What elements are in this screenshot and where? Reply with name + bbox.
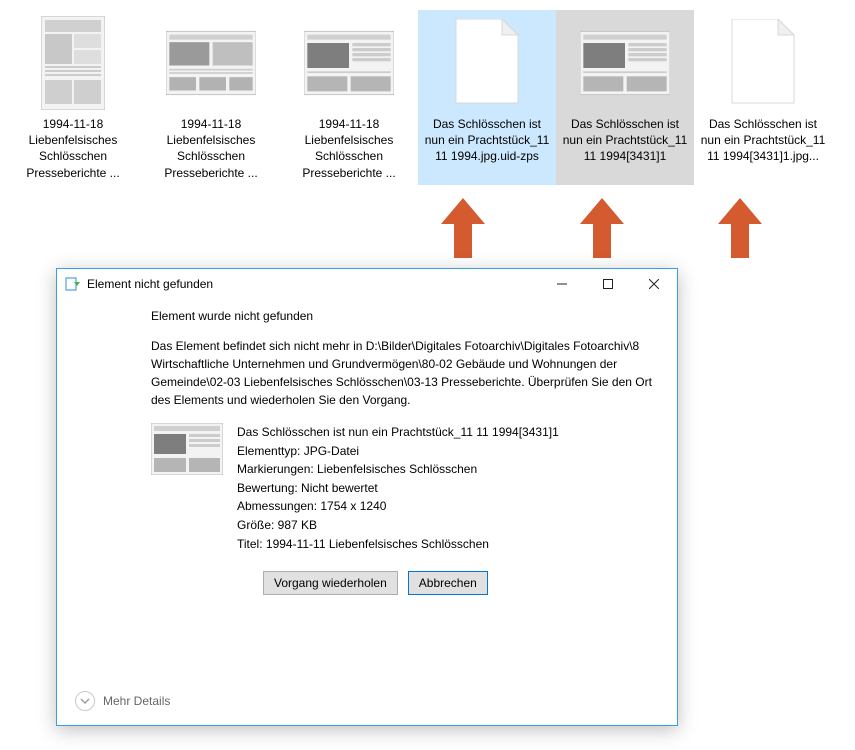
file-label: Das Schlösschen ist nun ein Prachtstück_… — [560, 116, 690, 165]
file-label: 1994-11-18 Liebenfelsisches Schlösschen … — [8, 116, 138, 181]
file-label: Das Schlösschen ist nun ein Prachtstück_… — [698, 116, 828, 165]
detail-rating: Bewertung: Nicht bewertet — [237, 479, 559, 498]
file-thumbnail — [166, 16, 256, 110]
detail-tags: Markierungen: Liebenfelsisches Schlössch… — [237, 460, 559, 479]
dialog-title-icon — [65, 276, 81, 292]
detail-size: Größe: 987 KB — [237, 516, 559, 535]
file-item[interactable]: 1994-11-18 Liebenfelsisches Schlösschen … — [280, 10, 418, 185]
retry-button[interactable]: Vorgang wiederholen — [263, 571, 398, 595]
detail-filename: Das Schlösschen ist nun ein Prachtstück_… — [237, 423, 559, 442]
file-item[interactable]: Das Schlösschen ist nun ein Prachtstück_… — [418, 10, 556, 185]
error-dialog: Element nicht gefunden Element wurde nic… — [56, 268, 678, 726]
file-item[interactable]: Das Schlösschen ist nun ein Prachtstück_… — [694, 10, 832, 185]
dialog-file-details: Das Schlösschen ist nun ein Prachtstück_… — [151, 423, 659, 553]
dialog-title: Element nicht gefunden — [87, 277, 539, 291]
file-item[interactable]: Das Schlösschen ist nun ein Prachtstück_… — [556, 10, 694, 185]
file-item[interactable]: 1994-11-18 Liebenfelsisches Schlösschen … — [142, 10, 280, 185]
detail-thumbnail — [151, 423, 223, 489]
file-label: Das Schlösschen ist nun ein Prachtstück_… — [422, 116, 552, 165]
file-label: 1994-11-18 Liebenfelsisches Schlösschen … — [146, 116, 276, 181]
detail-title: Titel: 1994-11-11 Liebenfelsisches Schlö… — [237, 535, 559, 554]
file-grid: 1994-11-18 Liebenfelsisches Schlösschen … — [0, 0, 855, 185]
file-thumbnail — [718, 16, 808, 110]
window-close-button[interactable] — [631, 269, 677, 299]
cancel-button[interactable]: Abbrechen — [408, 571, 488, 595]
chevron-down-icon — [75, 691, 95, 711]
dialog-titlebar[interactable]: Element nicht gefunden — [57, 269, 677, 299]
file-thumbnail — [442, 16, 532, 110]
file-label: 1994-11-18 Liebenfelsisches Schlösschen … — [284, 116, 414, 181]
more-details-toggle[interactable]: Mehr Details — [75, 691, 170, 711]
detail-dimensions: Abmessungen: 1754 x 1240 — [237, 497, 559, 516]
dialog-message-body: Das Element befindet sich nicht mehr in … — [151, 337, 659, 409]
arrow-annotation-icon — [718, 198, 762, 258]
file-item[interactable]: 1994-11-18 Liebenfelsisches Schlösschen … — [4, 10, 142, 185]
dialog-message-heading: Element wurde nicht gefunden — [151, 309, 659, 323]
arrow-annotation-icon — [580, 198, 624, 258]
file-thumbnail — [28, 16, 118, 110]
file-thumbnail — [580, 16, 670, 110]
arrow-annotation-icon — [441, 198, 485, 258]
more-details-label: Mehr Details — [103, 694, 170, 708]
window-maximize-button[interactable] — [585, 269, 631, 299]
detail-type: Elementtyp: JPG-Datei — [237, 442, 559, 461]
window-minimize-button[interactable] — [539, 269, 585, 299]
file-thumbnail — [304, 16, 394, 110]
